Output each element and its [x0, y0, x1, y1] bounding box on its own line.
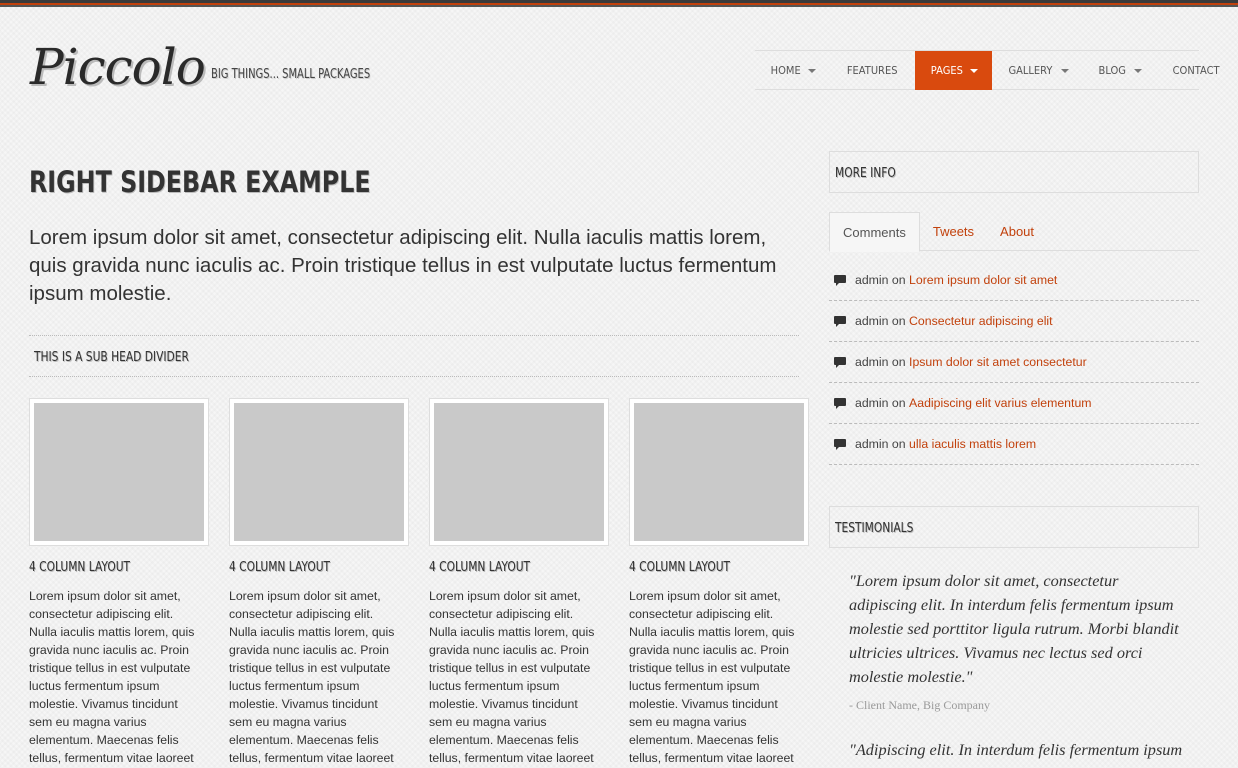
lead-paragraph: Lorem ipsum dolor sit amet, consectetur … — [29, 226, 777, 305]
column-image-placeholder[interactable] — [229, 398, 409, 546]
list-item: admin on Lorem ipsum dolor sit amet — [829, 260, 1199, 301]
column-title: 4 COLUMN LAYOUT — [629, 560, 731, 575]
chevron-down-icon — [808, 68, 817, 73]
testimonial-cite: - Client Name, Big Company — [849, 698, 990, 712]
list-item: admin on Consectetur adipiscing elit — [829, 301, 1199, 342]
tab-tweets[interactable]: Tweets — [920, 212, 987, 251]
column-2: 4 COLUMN LAYOUT Lorem ipsum dolor sit am… — [229, 398, 409, 767]
comment-link[interactable]: Lorem ipsum dolor sit amet — [909, 273, 1057, 287]
nav-item-features[interactable]: FEATURES — [830, 51, 914, 90]
column-4: 4 COLUMN LAYOUT Lorem ipsum dolor sit am… — [629, 398, 809, 767]
more-info-header: MORE INFO — [829, 151, 1199, 193]
site-tagline: BIG THINGS... SMALL PACKAGES — [211, 67, 371, 82]
subhead-divider: THIS IS A SUB HEAD DIVIDER — [29, 335, 799, 377]
column-text: Lorem ipsum dolor sit amet, consectetur … — [429, 589, 595, 765]
column-image-placeholder[interactable] — [29, 398, 209, 546]
main-nav: HOME FEATURES PAGES GALLERY BLOG CONTACT — [755, 50, 1219, 90]
comment-icon — [834, 439, 846, 450]
column-title: 4 COLUMN LAYOUT — [29, 560, 131, 575]
nav-item-pages[interactable]: PAGES — [914, 51, 993, 90]
column-3: 4 COLUMN LAYOUT Lorem ipsum dolor sit am… — [429, 398, 609, 767]
subhead-label: THIS IS A SUB HEAD DIVIDER — [34, 350, 189, 365]
comment-link[interactable]: Ipsum dolor sit amet consectetur — [909, 355, 1087, 369]
comment-link[interactable]: Aadipiscing elit varius elementum — [909, 396, 1092, 410]
chevron-down-icon — [1133, 68, 1142, 73]
list-item: admin on Ipsum dolor sit amet consectetu… — [829, 342, 1199, 383]
comment-icon — [834, 316, 846, 327]
comment-icon — [834, 398, 846, 409]
column-1: 4 COLUMN LAYOUT Lorem ipsum dolor sit am… — [29, 398, 209, 767]
nav-item-gallery[interactable]: GALLERY — [992, 51, 1083, 90]
list-item: admin on ulla iaculis mattis lorem — [829, 424, 1199, 465]
testimonials-header: TESTIMONIALS — [829, 506, 1199, 548]
chevron-down-icon — [970, 68, 979, 73]
column-text: Lorem ipsum dolor sit amet, consectetur … — [229, 589, 395, 765]
testimonial-quote: "Adipiscing elit. In interdum felis ferm… — [849, 740, 1183, 759]
nav-item-home[interactable]: HOME — [755, 51, 830, 90]
testimonial-quote: "Lorem ipsum dolor sit amet, consectetur… — [849, 571, 1179, 686]
column-text: Lorem ipsum dolor sit amet, consectetur … — [629, 589, 795, 765]
column-text: Lorem ipsum dolor sit amet, consectetur … — [29, 589, 195, 765]
chevron-down-icon — [1061, 68, 1070, 73]
column-title: 4 COLUMN LAYOUT — [429, 560, 531, 575]
tab-about[interactable]: About — [987, 212, 1047, 251]
column-image-placeholder[interactable] — [429, 398, 609, 546]
column-title: 4 COLUMN LAYOUT — [229, 560, 331, 575]
column-image-placeholder[interactable] — [629, 398, 809, 546]
nav-item-contact[interactable]: CONTACT — [1156, 51, 1236, 90]
nav-item-blog[interactable]: BLOG — [1083, 51, 1155, 90]
tab-comments[interactable]: Comments — [829, 212, 920, 252]
comment-icon — [834, 357, 846, 368]
comment-link[interactable]: ulla iaculis mattis lorem — [909, 437, 1036, 451]
comments-list: admin on Lorem ipsum dolor sit amet admi… — [829, 260, 1199, 465]
site-logo[interactable]: Piccolo — [30, 38, 206, 96]
comment-link[interactable]: Consectetur adipiscing elit — [909, 314, 1053, 328]
page-title: RIGHT SIDEBAR EXAMPLE — [29, 165, 371, 199]
sidebar-tabs: Comments Tweets About — [829, 212, 1199, 252]
comment-icon — [834, 275, 846, 286]
list-item: admin on Aadipiscing elit varius element… — [829, 383, 1199, 424]
top-accent-bar — [0, 0, 1238, 7]
